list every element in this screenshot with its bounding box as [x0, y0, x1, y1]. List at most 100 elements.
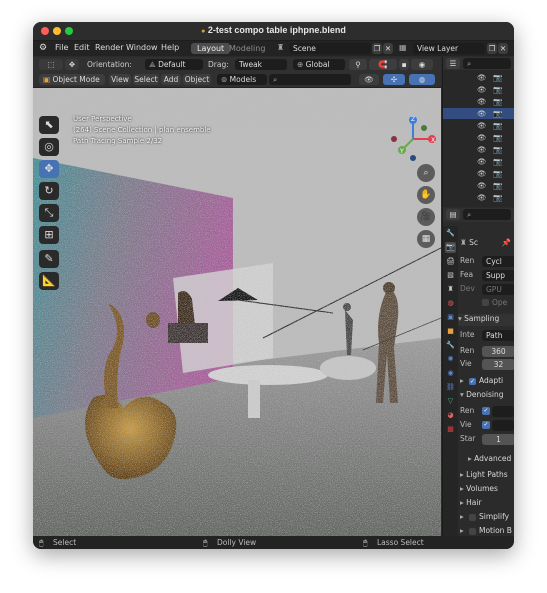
scene-selector[interactable]: Scene [289, 43, 371, 54]
visibility-eye-icon[interactable]: 👁 [477, 85, 487, 94]
collection-tab-icon[interactable]: ▣ [445, 312, 456, 323]
new-scene-icon[interactable]: ❐ [372, 43, 382, 54]
visibility-eye-icon[interactable]: 👁 [477, 145, 487, 154]
render-camera-icon[interactable]: 📷 [493, 97, 502, 106]
scale-tool-icon[interactable]: ⤡ [39, 204, 59, 222]
snapping-icon[interactable]: 🧲 [369, 59, 397, 70]
visibility-eye-icon[interactable]: 👁 [477, 193, 487, 202]
motion-blur-checkbox[interactable] [469, 528, 476, 535]
visibility-eye-icon[interactable]: 👁 [477, 97, 487, 106]
menu-help[interactable]: Help [161, 43, 179, 52]
physics-tab-icon[interactable]: ◉ [445, 368, 456, 379]
menu-edit[interactable]: Edit [74, 43, 90, 52]
render-camera-icon[interactable]: 📷 [493, 121, 502, 130]
orientation-dropdown[interactable]: ⟁ Default [145, 59, 203, 70]
simplify-panel-header[interactable]: ▸ Simplify [460, 512, 514, 524]
pivot-point-icon[interactable]: ⚲ [349, 59, 367, 70]
outliner-row[interactable]: 👁 📷 [443, 84, 514, 95]
visibility-icon[interactable]: 👁 [359, 74, 379, 85]
start-sample-field[interactable]: 1 [482, 434, 514, 445]
outliner-row[interactable]: 👁 📷 [443, 144, 514, 155]
modifier-tab-icon[interactable]: 🔧 [445, 340, 456, 351]
render-engine-dropdown[interactable]: Cycl [482, 256, 514, 267]
render-camera-icon[interactable]: 📷 [493, 193, 502, 202]
adaptive-sampling-checkbox[interactable]: ✓ [469, 378, 476, 385]
outliner-search-input[interactable]: ⌕ [463, 58, 511, 69]
visibility-eye-icon[interactable]: 👁 [477, 181, 487, 190]
feature-set-dropdown[interactable]: Supp [482, 270, 514, 281]
collection-dropdown[interactable]: ⊚ Models [217, 74, 267, 85]
render-camera-icon[interactable]: 📷 [493, 109, 502, 118]
menu-render[interactable]: Render [95, 43, 123, 52]
view-layer-selector[interactable]: View Layer [413, 43, 485, 54]
menu-file[interactable]: File [55, 43, 68, 52]
data-tab-icon[interactable]: ▽ [445, 396, 456, 407]
world-tab-icon[interactable]: ◍ [445, 298, 456, 309]
perspective-toggle-icon[interactable]: ▦ [417, 230, 435, 248]
properties-search-input[interactable]: ⌕ [463, 209, 511, 220]
integrator-dropdown[interactable]: Path [482, 330, 514, 341]
object-tab-icon[interactable]: ■ [445, 326, 456, 337]
transform-orientation-dropdown[interactable]: ⊕ Global [293, 59, 345, 70]
tab-modeling[interactable]: Modeling [223, 43, 271, 54]
volumes-panel-header[interactable]: ▸ Volumes [460, 484, 514, 496]
snap-target-icon[interactable]: ▪ [399, 59, 409, 70]
pin-icon[interactable]: 📌 [502, 238, 511, 247]
outliner-row[interactable]: 👁 📷 [443, 168, 514, 179]
outliner-row[interactable]: 👁 📷 [443, 156, 514, 167]
menu-view[interactable]: View [109, 74, 131, 85]
outliner-row[interactable]: 👁 📷 [443, 180, 514, 191]
material-tab-icon[interactable]: ◕ [445, 410, 456, 421]
outliner-row[interactable]: 👁 📷 [443, 192, 514, 203]
gizmo-toggle-icon[interactable]: ✣ [383, 74, 405, 85]
render-samples-field[interactable]: 360 [482, 346, 514, 357]
denoise-render-dropdown[interactable] [492, 406, 514, 417]
output-tab-icon[interactable]: 🖨 [445, 256, 456, 267]
rotate-tool-icon[interactable]: ↻ [39, 182, 59, 200]
menu-add[interactable]: Add [161, 74, 181, 85]
denoise-viewport-dropdown[interactable] [492, 420, 514, 431]
render-camera-icon[interactable]: 📷 [493, 133, 502, 142]
measure-tool-icon[interactable]: 📐 [39, 272, 59, 290]
select-tool-icon[interactable]: ⬉ [39, 116, 59, 134]
constraints-tab-icon[interactable]: ⛓ [445, 382, 456, 393]
visibility-eye-icon[interactable]: 👁 [477, 109, 487, 118]
device-dropdown[interactable]: GPU [482, 284, 514, 295]
3d-viewport[interactable]: ⬉ ◎ ✥ ↻ ⤡ ⊞ ✎ 📐 User Perspective (264) S… [33, 88, 441, 536]
viewport-samples-field[interactable]: 32 [482, 359, 514, 370]
render-camera-icon[interactable]: 📷 [493, 157, 502, 166]
overlay-toggle-icon[interactable]: ◍ [409, 74, 435, 85]
menu-window[interactable]: Window [126, 43, 158, 52]
particles-tab-icon[interactable]: ✺ [445, 354, 456, 365]
zoom-view-icon[interactable]: ⌕ [417, 164, 435, 182]
advanced-panel-header[interactable]: ▸ Advanced [460, 454, 514, 466]
render-tab-icon[interactable]: 📷 [445, 242, 456, 253]
outliner-row[interactable]: 👁 📷 [443, 120, 514, 131]
transform-tool-icon[interactable]: ⊞ [39, 226, 59, 244]
outliner-row[interactable]: 👁 📷 [443, 96, 514, 107]
cursor-tool-icon[interactable]: ◎ [39, 138, 59, 156]
open-shading-checkbox[interactable] [482, 299, 489, 306]
visibility-eye-icon[interactable]: 👁 [477, 157, 487, 166]
properties-editor-type-icon[interactable]: ▤ [446, 209, 460, 220]
delete-view-layer-icon[interactable]: ✕ [498, 43, 508, 54]
pan-view-icon[interactable]: ✋ [417, 186, 435, 204]
denoising-panel-header[interactable]: ▾ Denoising [460, 390, 514, 402]
outliner-editor-type-icon[interactable]: ☰ [446, 58, 460, 69]
move-tool-icon-active[interactable]: ✥ [39, 160, 59, 178]
light-paths-panel-header[interactable]: ▸ Light Paths [460, 470, 514, 482]
visibility-eye-icon[interactable]: 👁 [477, 73, 487, 82]
select-box-icon[interactable]: ⬚ [39, 59, 63, 70]
simplify-checkbox[interactable] [469, 514, 476, 521]
delete-scene-icon[interactable]: ✕ [383, 43, 393, 54]
visibility-eye-icon[interactable]: 👁 [477, 121, 487, 130]
denoise-render-checkbox[interactable]: ✓ [482, 407, 490, 415]
visibility-eye-icon[interactable]: 👁 [477, 133, 487, 142]
viewport-search-input[interactable]: ⌕ [269, 74, 351, 85]
render-camera-icon[interactable]: 📷 [493, 145, 502, 154]
mode-dropdown[interactable]: ▣ Object Mode [39, 74, 105, 85]
outliner-row[interactable]: 👁 📷 [443, 72, 514, 83]
texture-tab-icon[interactable]: ▩ [445, 424, 456, 435]
hair-panel-header[interactable]: ▸ Hair [460, 498, 514, 510]
move-tool-icon[interactable]: ✥ [65, 59, 79, 70]
